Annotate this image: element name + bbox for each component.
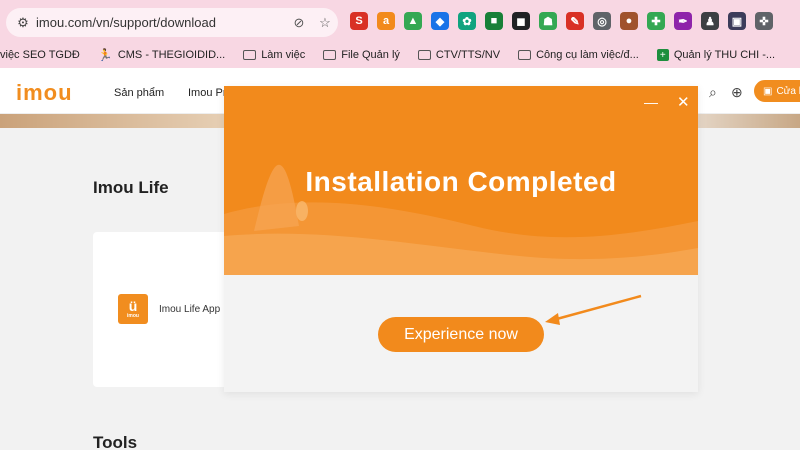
app-card[interactable]: ü imou Imou Life App — [93, 232, 233, 387]
bookmark-label: CTV/TTS/NV — [435, 49, 501, 61]
sheets-icon: + — [656, 49, 669, 61]
bookmark-label: File Quản lý — [341, 49, 400, 61]
search-icon[interactable]: ⌕ — [709, 84, 717, 101]
pen-icon[interactable]: ✒ — [674, 12, 692, 30]
bookmark-cong-cu[interactable]: Công cụ làm việc/đ... — [518, 49, 639, 61]
browser-toolbar: ⚙ imou.com/vn/support/download ⊘ ☆ Sa ▲ ◆ ✿… — [0, 0, 800, 42]
runner-icon: 🏃 — [97, 48, 113, 62]
amazon-icon[interactable]: a — [377, 12, 395, 30]
store-button[interactable]: ▣ Cửa h — [754, 80, 800, 102]
green-square-icon[interactable]: ■ — [485, 12, 503, 30]
imou-life-app-icon: ü imou — [118, 294, 148, 324]
bag-icon: ▣ — [763, 85, 773, 97]
sparkle-icon[interactable]: ✚ — [647, 12, 665, 30]
dialog-title: Installation Completed — [305, 166, 617, 197]
openai-icon[interactable]: ✿ — [458, 12, 476, 30]
pdf-icon[interactable]: ✎ — [566, 12, 584, 30]
address-bar[interactable]: ⚙ imou.com/vn/support/download ⊘ ☆ — [6, 8, 338, 37]
bookmarks-bar: việc SEO TGDĐ 🏃 CMS - THEGIOIDID... Làm … — [0, 42, 800, 68]
bookmark-thu-chi[interactable]: + Quản lý THU CHI -... — [656, 49, 776, 61]
store-label: Cửa h — [776, 85, 800, 97]
imou-logo[interactable]: imou — [16, 80, 73, 106]
bookmark-label: việc SEO TGDĐ — [0, 49, 80, 61]
bookmark-file-quan-ly[interactable]: File Quản lý — [323, 49, 400, 61]
folder-icon — [243, 50, 257, 60]
experience-now-button[interactable]: Experience now — [378, 317, 544, 352]
spy-icon[interactable]: ♟ — [701, 12, 719, 30]
close-button[interactable]: ✕ — [677, 93, 690, 111]
extensions-bar: Sa ▲ ◆ ✿ ■ ◼ ☗ ✎ ◎ ● ✚ ✒ ♟ ▣ ✜ — [350, 12, 773, 30]
folder-icon — [417, 50, 431, 60]
compass-icon[interactable]: ◎ — [593, 12, 611, 30]
app-logo-text: imou — [127, 313, 139, 319]
bookmark-ctv[interactable]: CTV/TTS/NV — [417, 49, 501, 61]
minimize-button[interactable]: — — [644, 94, 658, 110]
cookie-icon[interactable]: ● — [620, 12, 638, 30]
nav-imou-pro[interactable]: Imou Pr — [188, 87, 227, 99]
folder-icon — [518, 50, 532, 60]
app-name: Imou Life App — [159, 304, 221, 315]
drive-icon[interactable]: ▲ — [404, 12, 422, 30]
puzzle-icon[interactable]: ✜ — [755, 12, 773, 30]
star-bookmark-icon[interactable]: ☆ — [312, 15, 338, 31]
dialog-header: — ✕ Installation Completed — [224, 86, 698, 275]
dark-box-icon[interactable]: ▣ — [728, 12, 746, 30]
globe-icon[interactable]: ⊕ — [731, 84, 743, 101]
nav-products[interactable]: Sản phẩm — [114, 87, 164, 99]
bookmark-label: Quản lý THU CHI -... — [673, 49, 776, 61]
section-title-tools: Tools — [93, 433, 138, 450]
s-red-icon[interactable]: S — [350, 12, 368, 30]
url-text[interactable]: imou.com/vn/support/download — [36, 15, 286, 30]
black-square-icon[interactable]: ◼ — [512, 12, 530, 30]
eye-off-icon[interactable]: ⊘ — [286, 15, 312, 31]
bookmark-label: Làm việc — [261, 49, 306, 61]
android-badge-icon[interactable]: ☗ — [539, 12, 557, 30]
bookmark-seo[interactable]: việc SEO TGDĐ — [0, 49, 80, 61]
section-title-imou-life: Imou Life — [93, 178, 169, 197]
installer-dialog: — ✕ Installation Completed Experience no… — [224, 86, 698, 392]
bookmark-lam-viec[interactable]: Làm việc — [243, 49, 305, 61]
tag-icon[interactable]: ◆ — [431, 12, 449, 30]
site-info-icon[interactable]: ⚙ — [10, 15, 36, 31]
bookmark-label: Công cụ làm việc/đ... — [536, 49, 639, 61]
bookmark-cms[interactable]: 🏃 CMS - THEGIOIDID... — [98, 48, 225, 62]
bookmark-label: CMS - THEGIOIDID... — [117, 49, 226, 61]
folder-icon — [323, 50, 337, 60]
